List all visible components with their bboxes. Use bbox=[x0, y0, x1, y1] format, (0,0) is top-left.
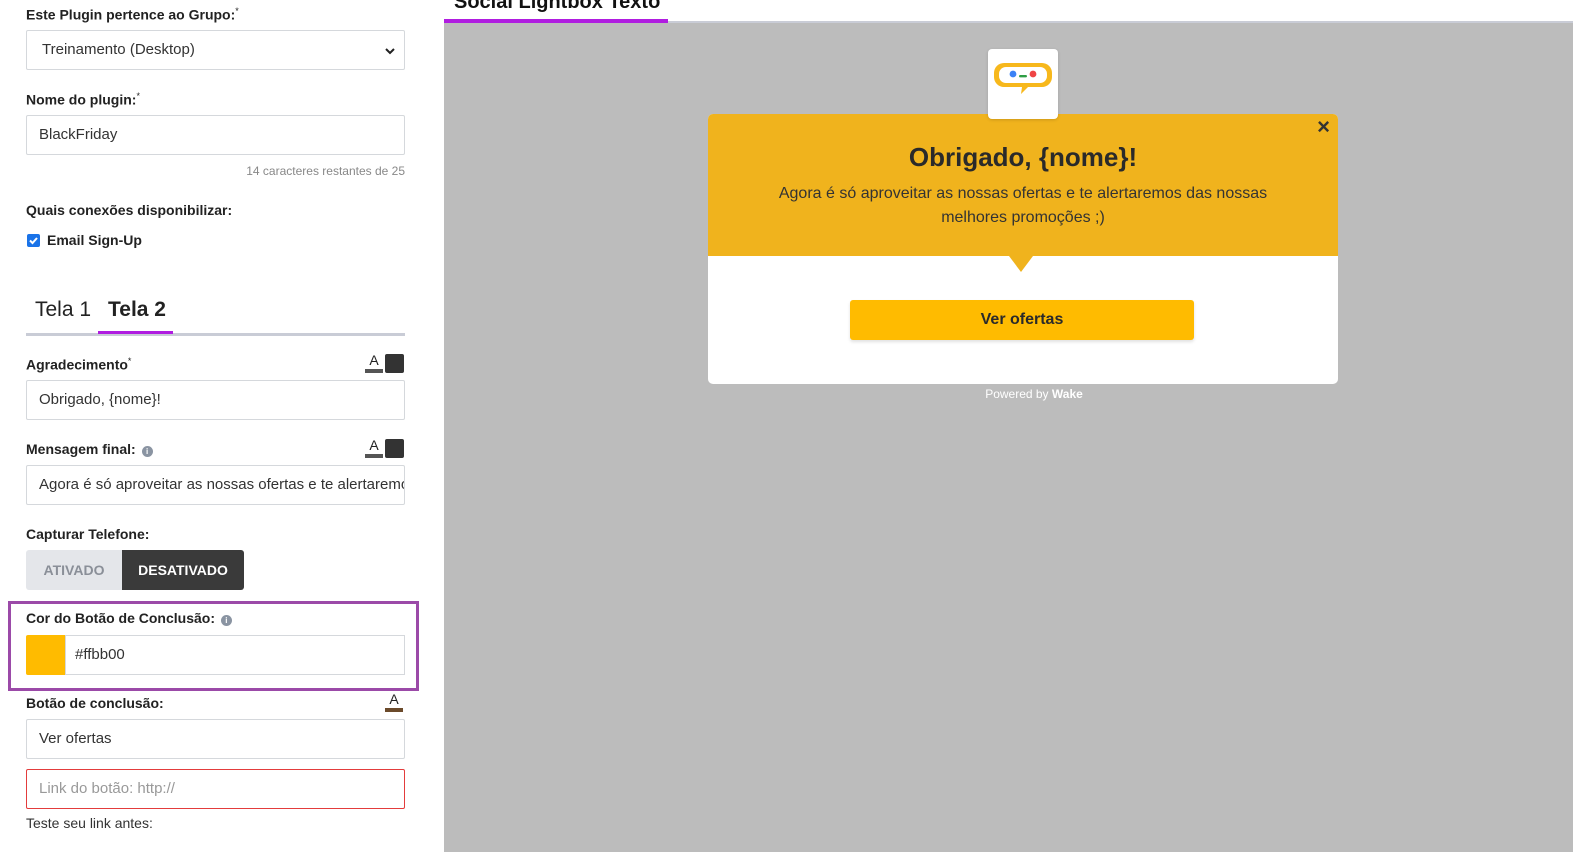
required-mark: * bbox=[235, 6, 239, 16]
header-pointer bbox=[1009, 256, 1033, 272]
plugin-name-hint: 14 caracteres restantes de 25 bbox=[246, 164, 405, 178]
test-link-label: Teste seu link antes: bbox=[26, 815, 153, 831]
thanks-label: Agradecimento* bbox=[26, 356, 131, 373]
preview-area: Social Lightbox Texto × Obrigado, {nome}… bbox=[444, 0, 1573, 852]
phone-capture-toggle: ATIVADO DESATIVADO bbox=[26, 550, 244, 590]
phone-disabled-button[interactable]: DESATIVADO bbox=[122, 550, 244, 590]
button-color-label: Cor do Botão de Conclusão: i bbox=[26, 610, 232, 626]
text-color-icon[interactable]: A bbox=[365, 438, 383, 458]
group-select-value: Treinamento (Desktop) bbox=[42, 41, 195, 58]
close-icon[interactable]: × bbox=[1317, 114, 1330, 140]
thanks-label-text: Agradecimento bbox=[26, 356, 128, 373]
group-label: Este Plugin pertence ao Grupo:* bbox=[26, 6, 239, 23]
plugin-name-input[interactable]: BlackFriday bbox=[26, 115, 405, 155]
email-signup-label: Email Sign-Up bbox=[47, 232, 142, 248]
info-icon[interactable]: i bbox=[141, 446, 153, 457]
finish-button-format-controls: A bbox=[363, 692, 403, 712]
lightbox-title: Obrigado, {nome}! bbox=[908, 142, 1138, 172]
background-color-swatch[interactable] bbox=[385, 439, 404, 458]
final-message-label-text: Mensagem final: bbox=[26, 441, 136, 457]
phone-capture-label: Capturar Telefone: bbox=[26, 526, 150, 542]
email-signup-checkbox[interactable] bbox=[27, 234, 40, 247]
preview-tabbar: Social Lightbox Texto bbox=[444, 0, 1573, 23]
tab-tela-1[interactable]: Tela 1 bbox=[35, 298, 91, 322]
tab-tela-2[interactable]: Tela 2 bbox=[108, 298, 166, 322]
text-color-icon[interactable]: A bbox=[385, 692, 403, 712]
info-icon[interactable]: i bbox=[220, 615, 232, 626]
phone-enabled-button[interactable]: ATIVADO bbox=[26, 550, 122, 590]
plugin-name-label: Nome do plugin:* bbox=[26, 91, 140, 108]
powered-by[interactable]: Powered by Wake bbox=[984, 387, 1084, 401]
button-color-swatch[interactable] bbox=[26, 635, 66, 675]
background-color-swatch[interactable] bbox=[385, 354, 404, 373]
group-select[interactable]: Treinamento (Desktop) bbox=[26, 30, 405, 70]
required-mark: * bbox=[127, 356, 132, 366]
final-message-format-controls: A bbox=[365, 438, 405, 458]
powered-by-brand: Wake bbox=[1051, 387, 1083, 401]
chevron-down-icon bbox=[384, 31, 396, 69]
plugin-name-label-text: Nome do plugin: bbox=[26, 91, 137, 108]
finish-button-input[interactable]: Ver ofertas bbox=[26, 719, 405, 759]
preview-tab-indicator bbox=[444, 19, 668, 23]
preview-tab-title[interactable]: Social Lightbox Texto bbox=[454, 0, 660, 14]
button-link-input[interactable]: Link do botão: http:// bbox=[26, 769, 405, 809]
group-label-text: Este Plugin pertence ao Grupo: bbox=[26, 6, 236, 23]
lightbox-header: × Obrigado, {nome}! Agora é só aproveita… bbox=[708, 114, 1338, 256]
connections-label: Quais conexões disponibilizar: bbox=[26, 202, 233, 218]
finish-button-label: Botão de conclusão: bbox=[26, 695, 164, 711]
chat-logo-icon bbox=[988, 49, 1058, 119]
final-message-input[interactable]: Agora é só aproveitar as nossas ofertas … bbox=[26, 465, 405, 505]
button-color-input[interactable]: #ffbb00 bbox=[65, 635, 405, 675]
button-color-label-text: Cor do Botão de Conclusão: bbox=[26, 610, 215, 626]
thanks-input[interactable]: Obrigado, {nome}! bbox=[26, 380, 405, 420]
lightbox-modal: × Obrigado, {nome}! Agora é só aproveita… bbox=[708, 114, 1338, 384]
powered-by-prefix: Powered by bbox=[985, 387, 1052, 401]
thanks-format-controls: A bbox=[365, 353, 405, 373]
final-message-label: Mensagem final: i bbox=[26, 441, 153, 457]
required-mark: * bbox=[136, 91, 140, 101]
view-offers-button[interactable]: Ver ofertas bbox=[850, 300, 1194, 340]
settings-panel: Este Plugin pertence ao Grupo:* Treiname… bbox=[0, 0, 444, 852]
text-color-icon[interactable]: A bbox=[365, 353, 383, 373]
active-tab-indicator bbox=[98, 331, 173, 334]
screen-tabs: Tela 1 Tela 2 bbox=[26, 296, 405, 336]
lightbox-message: Agora é só aproveitar as nossas ofertas … bbox=[778, 185, 1268, 226]
